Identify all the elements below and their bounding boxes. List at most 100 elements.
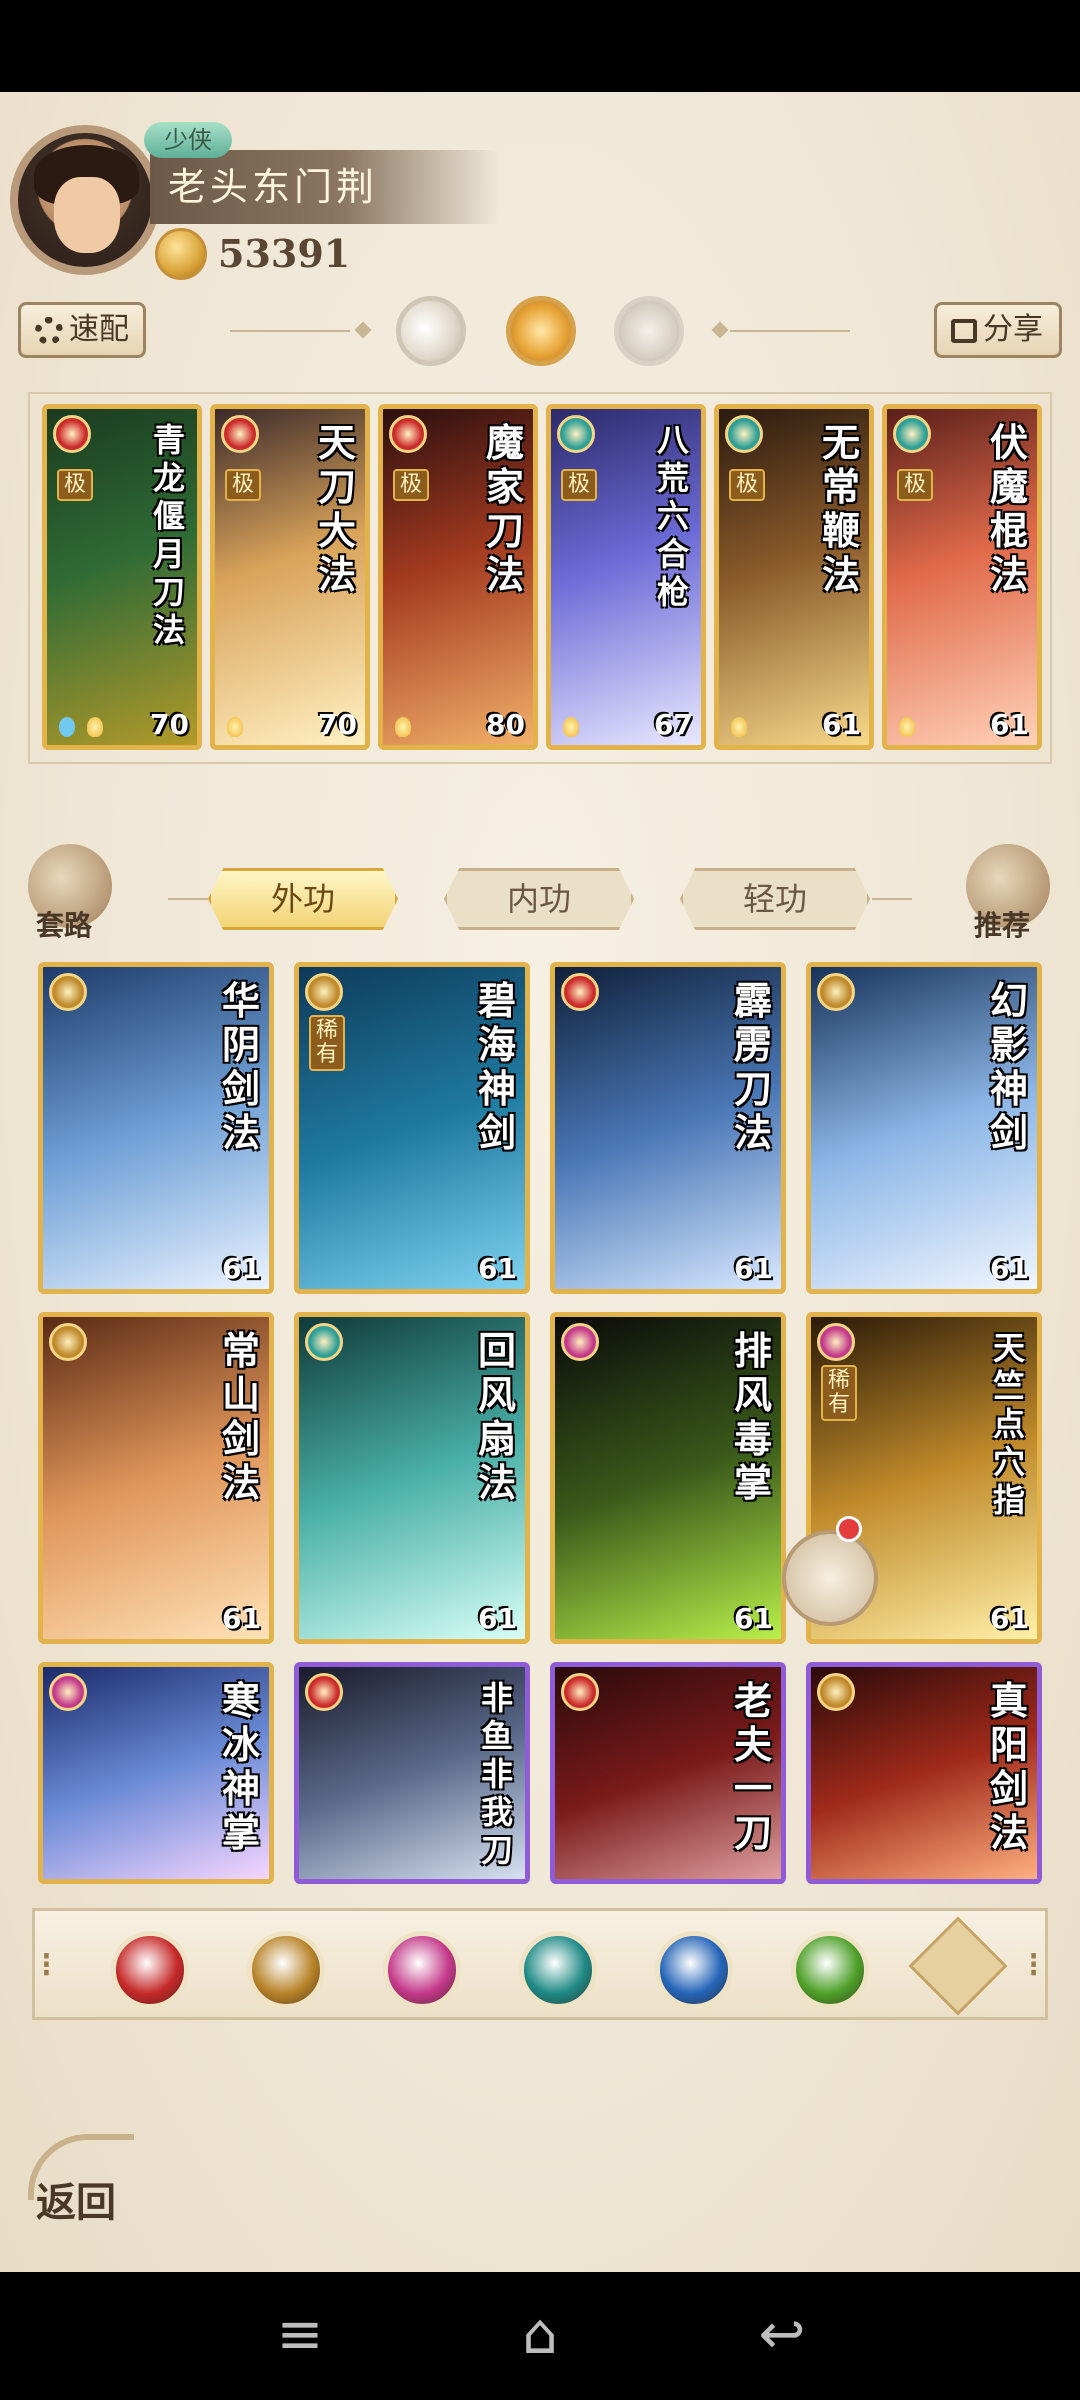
- card-title: 寒冰神掌: [221, 1678, 260, 1855]
- skill-card[interactable]: 排风毒掌 61: [550, 1312, 786, 1644]
- skill-card[interactable]: 华阴剑法 61: [38, 962, 274, 1294]
- flame-icon: [395, 717, 411, 737]
- card-title: 华阴剑法: [221, 978, 260, 1155]
- card-tag: 极: [393, 469, 429, 501]
- avatar-face: [54, 177, 120, 253]
- skill-card[interactable]: 回风扇法 61: [294, 1312, 530, 1644]
- chat-bubble-icon[interactable]: [782, 1530, 878, 1626]
- palm-icon: [49, 1673, 87, 1711]
- sword-icon: [817, 1673, 855, 1711]
- skill-card[interactable]: 常山剑法 61: [38, 1312, 274, 1644]
- player-rank-badge: 少侠: [144, 122, 232, 158]
- flame-icon: [87, 717, 103, 737]
- sword-icon: [305, 973, 343, 1011]
- card-tag: 稀有: [309, 1015, 345, 1071]
- palm-icon: [561, 1323, 599, 1361]
- palm-filter-icon[interactable]: [383, 1931, 461, 2009]
- blade-icon: [389, 415, 427, 453]
- lineup-card[interactable]: 极 魔家刀法 80: [378, 404, 538, 750]
- skill-card[interactable]: 真阳剑法: [806, 1662, 1042, 1884]
- status-bar: [0, 0, 1080, 92]
- player-name: 老头东门荆: [150, 150, 500, 224]
- card-title: 天刀大法: [317, 420, 356, 597]
- blade-filter-icon[interactable]: [111, 1931, 189, 2009]
- fan-icon: [725, 415, 763, 453]
- blade-icon: [561, 973, 599, 1011]
- quick-config-button[interactable]: 速配: [18, 302, 146, 358]
- gear-icon: [35, 317, 63, 345]
- share-button[interactable]: 分享: [934, 302, 1062, 358]
- skill-card[interactable]: 老夫一刀: [550, 1662, 786, 1884]
- card-level: 61: [478, 1602, 517, 1635]
- card-level: 61: [478, 1252, 517, 1285]
- card-level: 70: [150, 708, 189, 741]
- flame-icon: [227, 717, 243, 737]
- card-title: 碧海神剑: [477, 978, 516, 1155]
- eclipse-mode-icon[interactable]: [614, 296, 684, 366]
- fan-filter-icon[interactable]: [519, 1931, 597, 2009]
- yinyang-filter-icon[interactable]: [655, 1931, 733, 2009]
- card-title: 非鱼非我刀: [480, 1679, 513, 1869]
- palm-icon: [817, 1323, 855, 1361]
- sword-filter-icon[interactable]: [247, 1931, 325, 2009]
- card-title: 霹雳刀法: [733, 978, 772, 1155]
- card-title: 老夫一刀: [733, 1678, 772, 1855]
- flame-icon: [899, 717, 915, 737]
- routine-label: 套路: [36, 909, 93, 942]
- tab-divider-right: [872, 898, 912, 900]
- collapse-up-icon[interactable]: [908, 1916, 1008, 2016]
- back-nav-icon[interactable]: ↩: [742, 2300, 822, 2370]
- card-level: 61: [822, 708, 861, 741]
- poison-filter-icon[interactable]: [791, 1931, 869, 2009]
- tab-lightness[interactable]: 轻功: [680, 868, 870, 930]
- player-avatar[interactable]: [10, 125, 160, 275]
- card-tag: 极: [729, 469, 765, 501]
- card-title: 回风扇法: [477, 1328, 516, 1505]
- fan-icon: [305, 1323, 343, 1361]
- lineup-card[interactable]: 极 八荒六合枪 67: [546, 404, 706, 750]
- skill-card[interactable]: 非鱼非我刀: [294, 1662, 530, 1884]
- quick-config-label: 速配: [69, 312, 129, 347]
- lineup-card[interactable]: 极 无常鞭法 61: [714, 404, 874, 750]
- lineup-card[interactable]: 极 伏魔棍法 61: [882, 404, 1042, 750]
- tab-divider-left: [168, 898, 208, 900]
- card-tag: 极: [225, 469, 261, 501]
- card-level: 61: [734, 1602, 773, 1635]
- card-title: 真阳剑法: [989, 1678, 1028, 1855]
- sword-icon: [49, 1323, 87, 1361]
- skill-card[interactable]: 霹雳刀法 61: [550, 962, 786, 1294]
- skill-card[interactable]: 幻影神剑 61: [806, 962, 1042, 1294]
- card-level: 61: [990, 708, 1029, 741]
- flame-icon: [731, 717, 747, 737]
- tab-internal[interactable]: 内功: [444, 868, 634, 930]
- filter-right-cap-icon: ⁝: [1028, 1945, 1039, 1985]
- moon-mode-icon[interactable]: [396, 296, 466, 366]
- card-title: 八荒六合枪: [656, 421, 689, 611]
- fan-icon: [557, 415, 595, 453]
- coin-count: 53391: [218, 231, 351, 276]
- skill-card[interactable]: 寒冰神掌: [38, 1662, 274, 1884]
- sun-mode-icon[interactable]: [506, 296, 576, 366]
- skill-card[interactable]: 稀有 碧海神剑 61: [294, 962, 530, 1294]
- return-label: 返回: [36, 2179, 116, 2226]
- filter-left-cap-icon: ⁝: [41, 1945, 52, 1985]
- card-tag: 稀有: [821, 1365, 857, 1421]
- system-nav-bar: ≡ ⌂ ↩: [0, 2272, 1080, 2400]
- card-tag: 极: [561, 469, 597, 501]
- card-tag: 极: [57, 469, 93, 501]
- home-nav-icon[interactable]: ⌂: [500, 2300, 580, 2370]
- tab-external[interactable]: 外功: [208, 868, 398, 930]
- menu-nav-icon[interactable]: ≡: [260, 2300, 340, 2370]
- drop-icon: [59, 717, 75, 737]
- return-button[interactable]: 返回: [28, 2134, 148, 2226]
- recommend-label: 推荐: [974, 909, 1031, 942]
- blade-icon: [305, 1673, 343, 1711]
- card-tag: 极: [897, 469, 933, 501]
- card-title: 幻影神剑: [989, 978, 1028, 1155]
- share-icon: [951, 319, 977, 343]
- card-level: 61: [222, 1602, 261, 1635]
- card-title: 无常鞭法: [821, 420, 860, 597]
- lineup-card[interactable]: 极 青龙偃月刀法 70: [42, 404, 202, 750]
- card-level: 61: [990, 1252, 1029, 1285]
- lineup-card[interactable]: 极 天刀大法 70: [210, 404, 370, 750]
